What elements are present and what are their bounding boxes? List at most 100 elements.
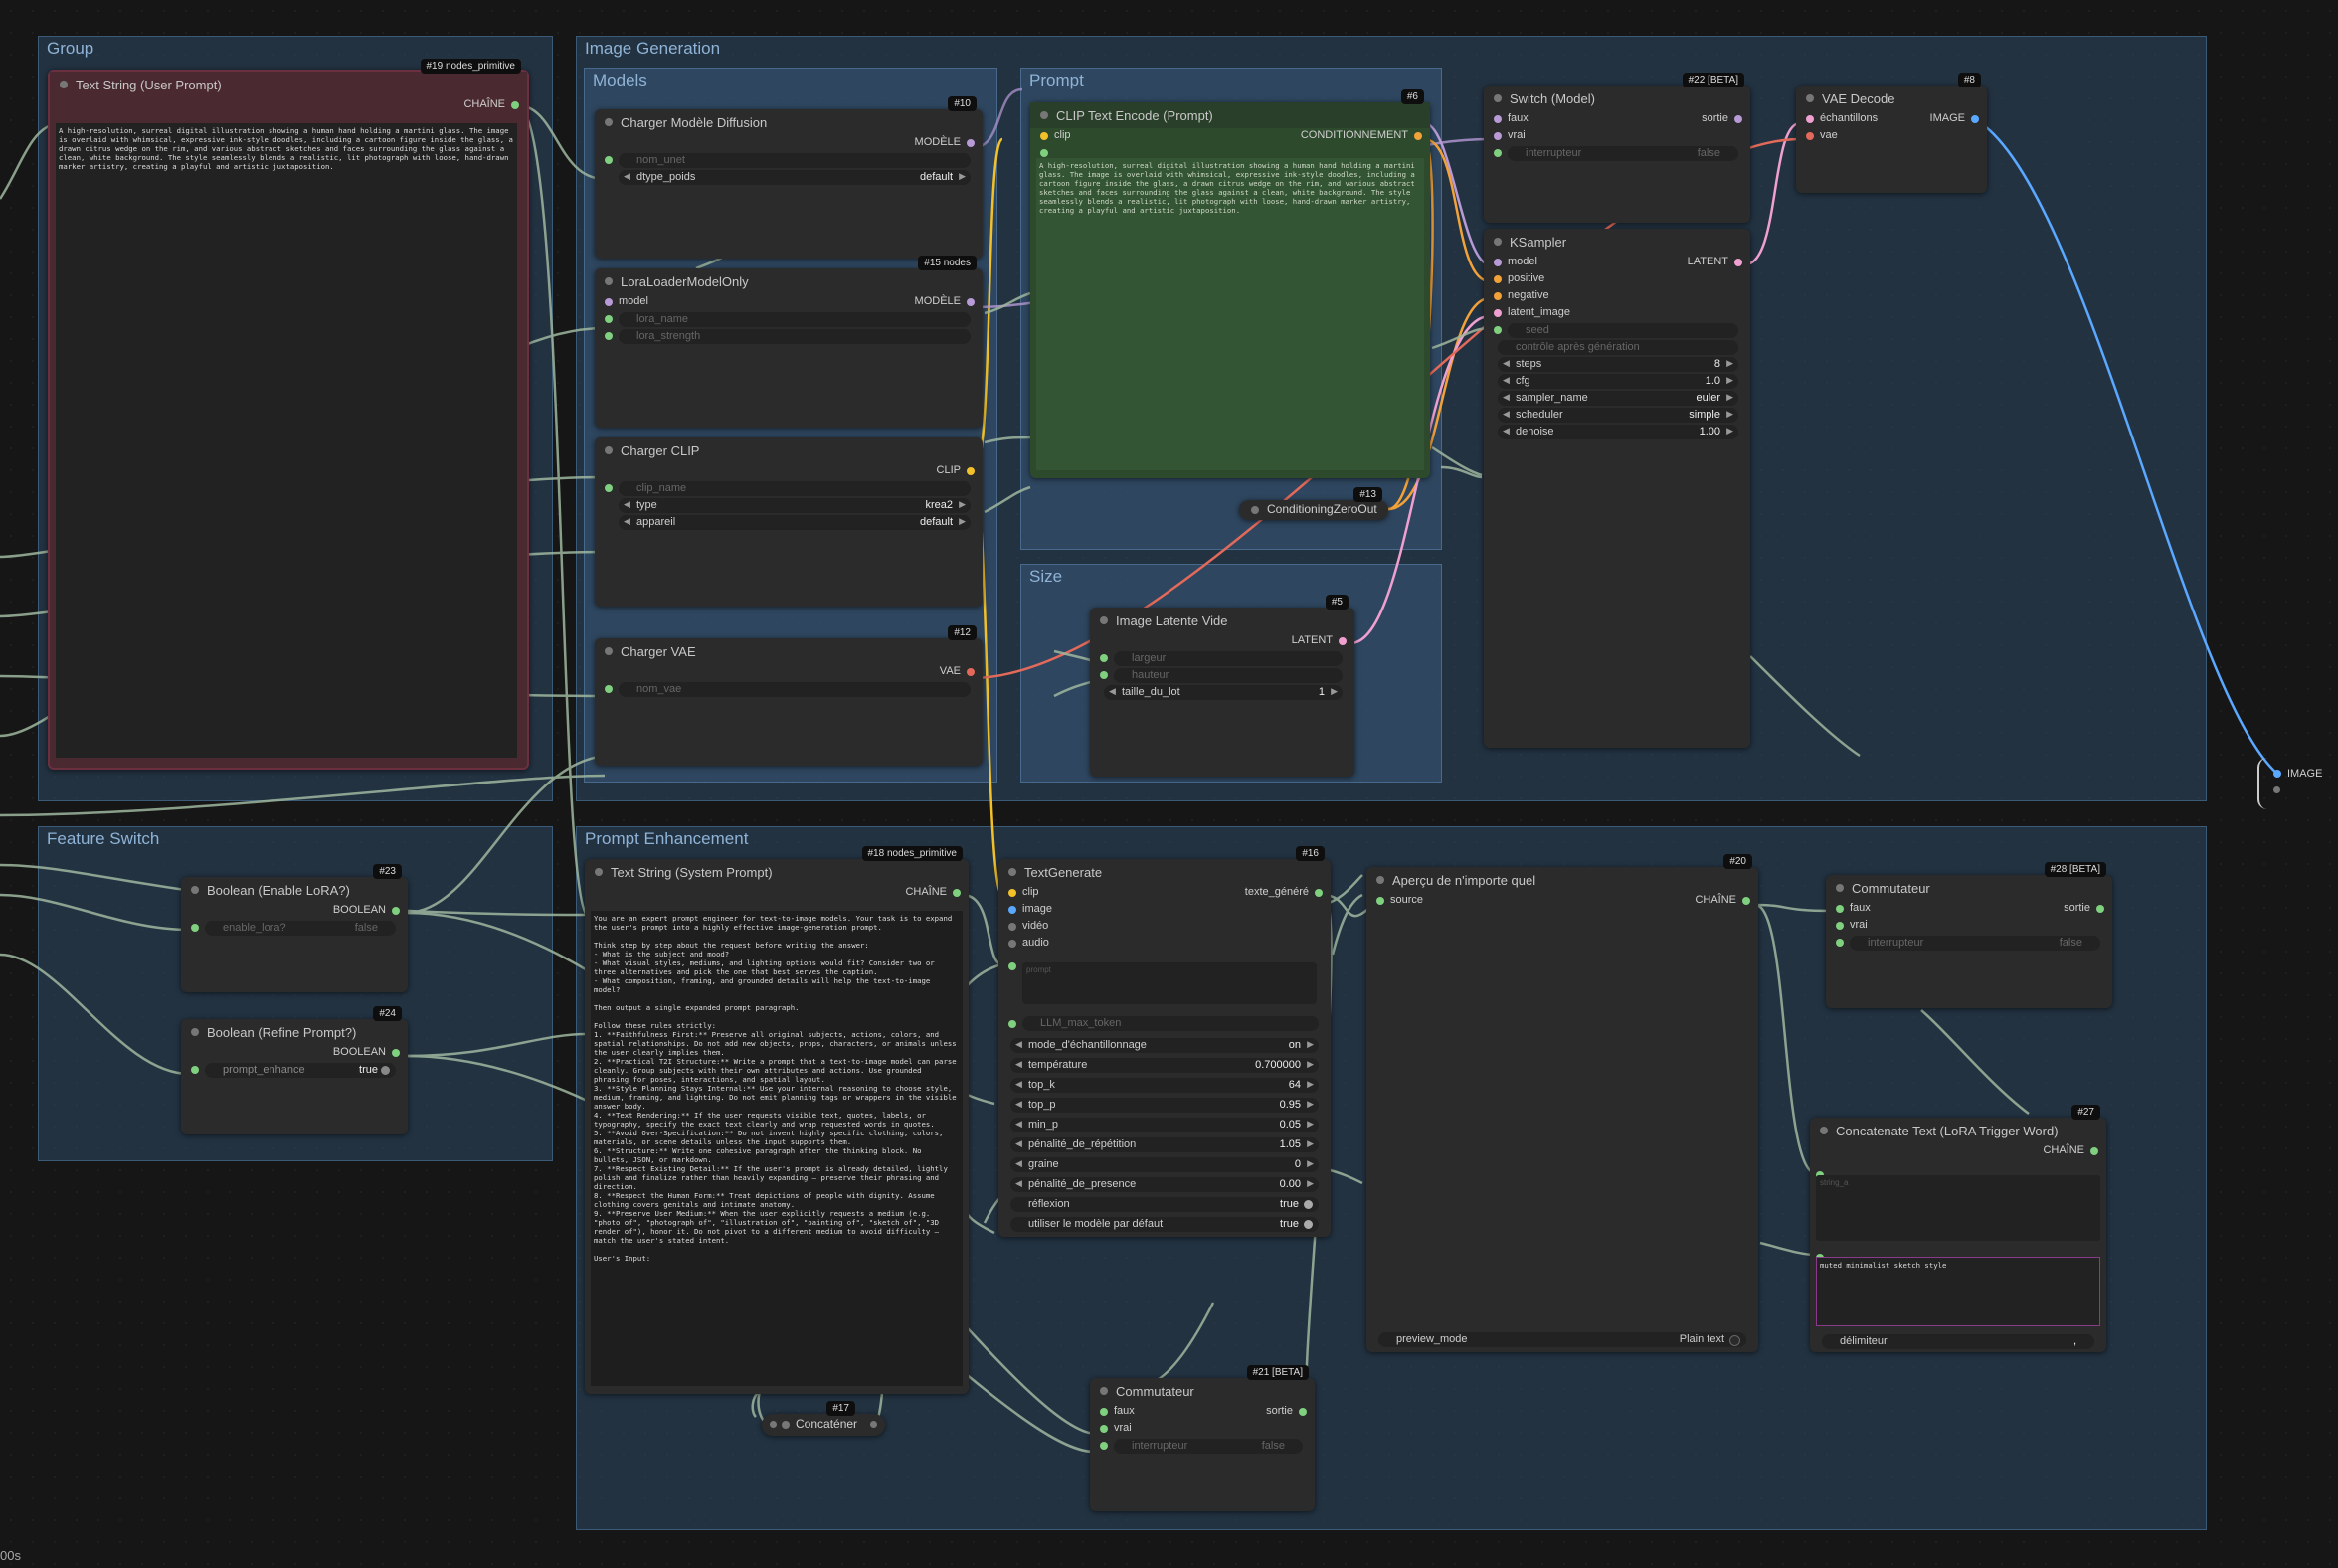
arrow-right-icon[interactable]: ▶ [1307,1059,1314,1070]
node-header[interactable]: Commutateur [1090,1378,1315,1404]
node-image-latente-vide[interactable]: #5 Image Latente Vide LATENT largeur hau… [1090,595,1354,777]
widget-textgen-param[interactable]: ◀ graine 0 ▶ [1010,1157,1319,1172]
widget-interrupteur[interactable]: interrupteur false [1850,936,2100,951]
output-slot-vae[interactable] [967,668,975,676]
node-header[interactable]: Charger Modèle Diffusion [595,109,983,135]
node-concatenate-text-lora[interactable]: #27 Concatenate Text (LoRA Trigger Word)… [1810,1105,2106,1352]
widget-controle[interactable]: contrôle après génération [1498,340,1738,355]
input-slot-samples[interactable] [1806,115,1814,123]
arrow-right-icon[interactable]: ▶ [1307,1099,1314,1110]
output-slot-chaine[interactable] [2090,1147,2098,1155]
collapse-dot-icon[interactable] [1040,111,1048,119]
input-slot-max-token[interactable] [1008,1020,1016,1028]
string-b-textarea[interactable]: muted minimalist sketch style [1816,1257,2100,1326]
arrow-left-icon[interactable]: ◀ [1015,1099,1022,1110]
input-slot[interactable] [1836,939,1844,947]
node-header[interactable]: Boolean (Refine Prompt?) [181,1019,408,1045]
node-header[interactable]: Charger VAE [595,638,983,664]
widget-textgen-param[interactable]: ◀ min_p 0.05 ▶ [1010,1118,1319,1132]
widget-steps[interactable]: ◀ steps 8 ▶ [1498,357,1738,372]
output-slot-sortie[interactable] [1734,115,1742,123]
input-slot-model[interactable] [1494,259,1502,266]
node-header[interactable]: LoraLoaderModelOnly [595,268,983,294]
output-slot-model[interactable] [967,139,975,147]
input-slot[interactable] [605,156,613,164]
widget-interrupteur[interactable]: interrupteur false [1508,146,1738,161]
collapse-dot-icon[interactable] [191,1028,199,1036]
arrow-right-icon[interactable]: ▶ [959,516,966,527]
arrow-right-icon[interactable]: ▶ [1307,1039,1314,1050]
arrow-left-icon[interactable]: ◀ [1015,1158,1022,1169]
output-slot-latent[interactable] [1339,637,1347,645]
node-header[interactable]: Text String (System Prompt) [585,859,969,885]
widget-prompt-enhance[interactable]: prompt_enhance true [205,1063,396,1078]
node-text-string-user-prompt[interactable]: #19 nodes_primitive Text String (User Pr… [48,59,529,770]
output-slot-chaine[interactable] [1742,897,1750,905]
node-charger-modele-diffusion[interactable]: #10 Charger Modèle Diffusion MODÈLE nom_… [595,96,983,259]
arrow-left-icon[interactable]: ◀ [1015,1059,1022,1070]
node-switch-model[interactable]: #22 [BETA] Switch (Model) faux sortie vr… [1484,73,1750,223]
node-header[interactable]: KSampler [1484,229,1750,255]
arrow-right-icon[interactable]: ▶ [1307,1178,1314,1189]
widget-cfg[interactable]: ◀ cfg 1.0 ▶ [1498,374,1738,389]
output-slot-sortie[interactable] [2096,905,2104,913]
arrow-left-icon[interactable]: ◀ [624,171,630,182]
collapse-dot-icon[interactable] [595,868,603,876]
node-text-string-system-prompt[interactable]: #18 nodes_primitive Text String (System … [585,846,969,1394]
widget-textgen-param[interactable]: ◀ top_k 64 ▶ [1010,1078,1319,1093]
input-slot-video[interactable] [1008,923,1016,931]
arrow-right-icon[interactable]: ▶ [1726,426,1733,436]
node-header[interactable]: Image Latente Vide [1090,608,1354,633]
widget-delimiteur[interactable]: délimiteur , [1822,1334,2094,1349]
collapse-dot-icon[interactable] [1100,1387,1108,1395]
collapse-dot-icon[interactable] [605,277,613,285]
node-header[interactable]: VAE Decode [1796,86,1987,111]
arrow-right-icon[interactable]: ▶ [1726,409,1733,420]
arrow-right-icon[interactable]: ▶ [1307,1079,1314,1090]
widget-interrupteur[interactable]: interrupteur false [1114,1439,1303,1454]
node-boolean-enable-lora[interactable]: #23 Boolean (Enable LoRA?) BOOLEAN enabl… [181,864,408,992]
slot-in-icon[interactable] [770,1421,777,1428]
input-slot-audio[interactable] [1008,940,1016,948]
output-slot-boolean[interactable] [392,907,400,915]
slot-out-icon[interactable] [870,1421,877,1428]
widget-nom-unet[interactable]: nom_unet [619,153,971,168]
arrow-left-icon[interactable]: ◀ [624,516,630,527]
widget-taille-du-lot[interactable]: ◀ taille_du_lot 1 ▶ [1104,685,1343,700]
input-slot[interactable] [1100,1442,1108,1450]
toggle-knob-icon[interactable] [1729,1335,1740,1346]
toggle-knob-icon[interactable] [1304,1220,1313,1229]
input-slot[interactable] [605,332,613,340]
input-slot[interactable] [605,484,613,492]
arrow-left-icon[interactable]: ◀ [1015,1119,1022,1130]
widget-type[interactable]: ◀ type krea2 ▶ [619,498,971,513]
widget-appareil[interactable]: ◀ appareil default ▶ [619,515,971,530]
input-slot-latent-image[interactable] [1494,309,1502,317]
arrow-left-icon[interactable]: ◀ [1503,392,1510,403]
arrow-right-icon[interactable]: ▶ [1331,686,1338,697]
widget-utiliser-modele-defaut[interactable]: utiliser le modèle par défaut true [1010,1217,1319,1232]
node-vae-decode[interactable]: #8 VAE Decode échantillons IMAGE vae [1796,73,1987,193]
arrow-left-icon[interactable]: ◀ [1015,1079,1022,1090]
node-header[interactable]: Commutateur [1826,875,2112,901]
arrow-left-icon[interactable]: ◀ [1015,1138,1022,1149]
widget-lora-strength[interactable]: lora_strength [619,329,971,344]
output-slot-clip[interactable] [967,467,975,475]
widget-nom-vae[interactable]: nom_vae [619,682,971,697]
widget-dtype-poids[interactable]: ◀ dtype_poids default ▶ [619,170,971,185]
collapse-dot-icon[interactable] [1376,876,1384,884]
node-commutateur-28[interactable]: #28 [BETA] Commutateur faux sortie vrai … [1826,862,2112,1008]
output-slot-image[interactable] [1971,115,1979,123]
arrow-right-icon[interactable]: ▶ [1726,358,1733,369]
reroute-image[interactable]: IMAGE [2253,756,2323,809]
input-slot-faux[interactable] [1100,1408,1108,1416]
string-a-field[interactable]: string_a [1816,1175,2100,1241]
node-concatener[interactable]: #17 Concaténer [762,1401,885,1436]
widget-reflexion[interactable]: réflexion true [1010,1197,1319,1212]
node-lora-loader-model-only[interactable]: #15 nodes LoraLoaderModelOnly model MODÈ… [595,256,983,428]
output-slot-text[interactable] [1315,889,1323,897]
node-header[interactable]: Concatenate Text (LoRA Trigger Word) [1810,1118,2106,1143]
reroute-slot[interactable] [2273,770,2281,778]
node-charger-vae[interactable]: #12 Charger VAE VAE nom_vae [595,625,983,766]
arrow-right-icon[interactable]: ▶ [959,499,966,510]
